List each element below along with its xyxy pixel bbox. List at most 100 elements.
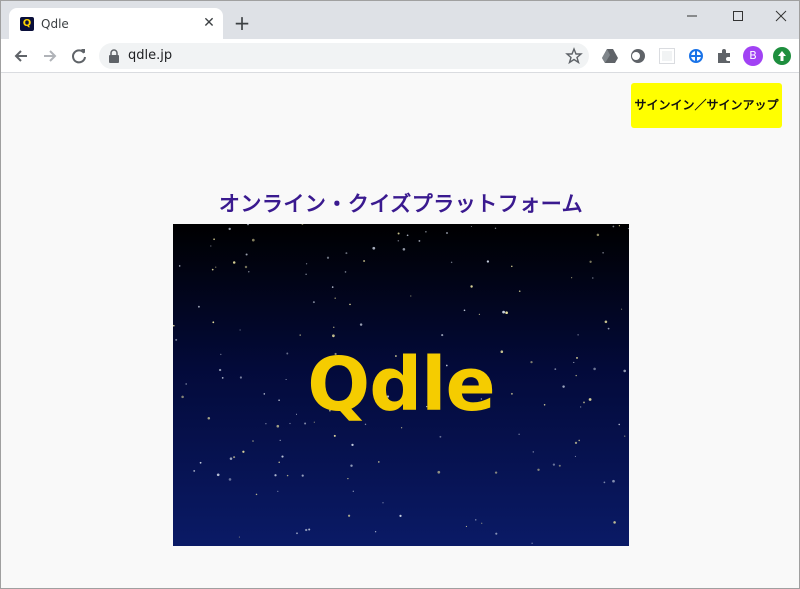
reload-button[interactable] bbox=[68, 45, 90, 67]
extension-square-icon[interactable] bbox=[658, 47, 676, 65]
google-drive-icon[interactable] bbox=[601, 47, 619, 65]
star-dot bbox=[363, 259, 366, 263]
address-bar[interactable]: qdle.jp bbox=[99, 43, 589, 69]
star-dot bbox=[233, 456, 236, 459]
back-button[interactable] bbox=[10, 45, 32, 67]
star-dot bbox=[511, 265, 513, 268]
star-dot bbox=[531, 542, 533, 544]
forward-button[interactable] bbox=[39, 45, 61, 67]
star-dot bbox=[596, 233, 600, 237]
star-dot bbox=[494, 227, 497, 230]
window-maximize-button[interactable] bbox=[715, 3, 761, 29]
star-dot bbox=[577, 334, 579, 336]
star-dot bbox=[238, 536, 240, 538]
star-dot bbox=[296, 532, 298, 535]
tab-qdle[interactable]: Q Qdle ✕ bbox=[9, 8, 223, 39]
star-dot bbox=[399, 514, 402, 518]
star-dot bbox=[402, 248, 406, 251]
extensions-puzzle-icon[interactable] bbox=[715, 47, 733, 65]
star-dot bbox=[397, 240, 400, 242]
star-dot bbox=[612, 225, 615, 228]
star-dot bbox=[229, 457, 233, 460]
star-dot bbox=[374, 531, 377, 533]
star-dot bbox=[518, 433, 520, 435]
url-text: qdle.jp bbox=[128, 48, 173, 63]
star-dot bbox=[574, 441, 578, 445]
star-dot bbox=[558, 464, 561, 467]
star-dot bbox=[239, 329, 241, 331]
star-dot bbox=[382, 502, 384, 504]
tab-title: Qdle bbox=[41, 17, 69, 31]
star-dot bbox=[278, 461, 280, 464]
star-dot bbox=[248, 271, 250, 273]
star-dot bbox=[244, 265, 248, 269]
star-dot bbox=[213, 238, 215, 241]
star-dot bbox=[308, 528, 311, 531]
star-dot bbox=[350, 464, 353, 467]
star-dot bbox=[439, 435, 442, 438]
star-dot bbox=[397, 232, 400, 235]
star-dot bbox=[351, 443, 354, 447]
update-arrow-icon[interactable] bbox=[773, 47, 791, 65]
star-dot bbox=[603, 481, 606, 484]
page-viewport: サインイン／サインアップ オンライン・クイズプラットフォーム Qdle bbox=[1, 73, 799, 588]
star-dot bbox=[470, 225, 472, 228]
star-dot bbox=[242, 450, 245, 453]
profile-avatar[interactable]: B bbox=[743, 46, 763, 66]
tab-close-icon[interactable]: ✕ bbox=[201, 15, 217, 31]
star-dot bbox=[228, 227, 231, 231]
star-dot bbox=[618, 225, 620, 227]
window-close-button[interactable] bbox=[758, 3, 799, 29]
star-dot bbox=[574, 455, 576, 457]
star-dot bbox=[441, 334, 444, 337]
star-dot bbox=[481, 522, 483, 524]
star-dot bbox=[197, 305, 200, 308]
star-dot bbox=[251, 238, 255, 242]
star-dot bbox=[571, 277, 573, 279]
extension-blue-icon[interactable] bbox=[687, 47, 705, 65]
star-dot bbox=[613, 521, 616, 524]
star-dot bbox=[532, 451, 535, 453]
star-dot bbox=[255, 493, 258, 496]
reload-icon bbox=[72, 49, 86, 64]
star-dot bbox=[301, 474, 304, 477]
star-dot bbox=[333, 434, 336, 437]
star-dot bbox=[478, 313, 481, 316]
star-dot bbox=[578, 439, 581, 442]
star-dot bbox=[359, 323, 363, 326]
star-dot bbox=[602, 251, 604, 254]
star-dot bbox=[589, 260, 592, 263]
extension-circle-icon[interactable] bbox=[629, 47, 647, 65]
signin-signup-button[interactable]: サインイン／サインアップ bbox=[631, 83, 782, 128]
star-dot bbox=[312, 301, 315, 304]
star-dot bbox=[418, 239, 421, 242]
star-dot bbox=[178, 265, 181, 267]
star-dot bbox=[344, 271, 347, 273]
star-dot bbox=[410, 295, 412, 297]
star-dot bbox=[463, 309, 466, 312]
hero-image: Qdle bbox=[173, 224, 629, 546]
star-dot bbox=[470, 285, 473, 288]
star-dot bbox=[347, 477, 349, 480]
star-dot bbox=[175, 338, 178, 341]
star-dot bbox=[349, 303, 351, 306]
star-dot bbox=[331, 286, 334, 288]
star-dot bbox=[475, 519, 477, 521]
star-dot bbox=[345, 252, 348, 255]
star-dot bbox=[333, 326, 335, 328]
star-dot bbox=[193, 469, 196, 472]
window-minimize-button[interactable] bbox=[669, 3, 715, 29]
star-dot bbox=[277, 490, 279, 493]
star-dot bbox=[445, 231, 449, 235]
star-dot bbox=[215, 266, 217, 268]
browser-window: Q Qdle ✕ + qdle.jp B サインイン／サインアップ オンライン・… bbox=[0, 0, 800, 589]
star-dot bbox=[425, 231, 427, 233]
back-arrow-icon bbox=[14, 50, 27, 62]
star-dot bbox=[211, 268, 214, 271]
star-icon[interactable] bbox=[565, 47, 583, 65]
maximize-icon bbox=[733, 11, 743, 21]
new-tab-button[interactable]: + bbox=[232, 13, 252, 33]
star-dot bbox=[627, 228, 629, 230]
star-dot bbox=[228, 478, 232, 481]
qdle-favicon-icon: Q bbox=[20, 17, 34, 31]
